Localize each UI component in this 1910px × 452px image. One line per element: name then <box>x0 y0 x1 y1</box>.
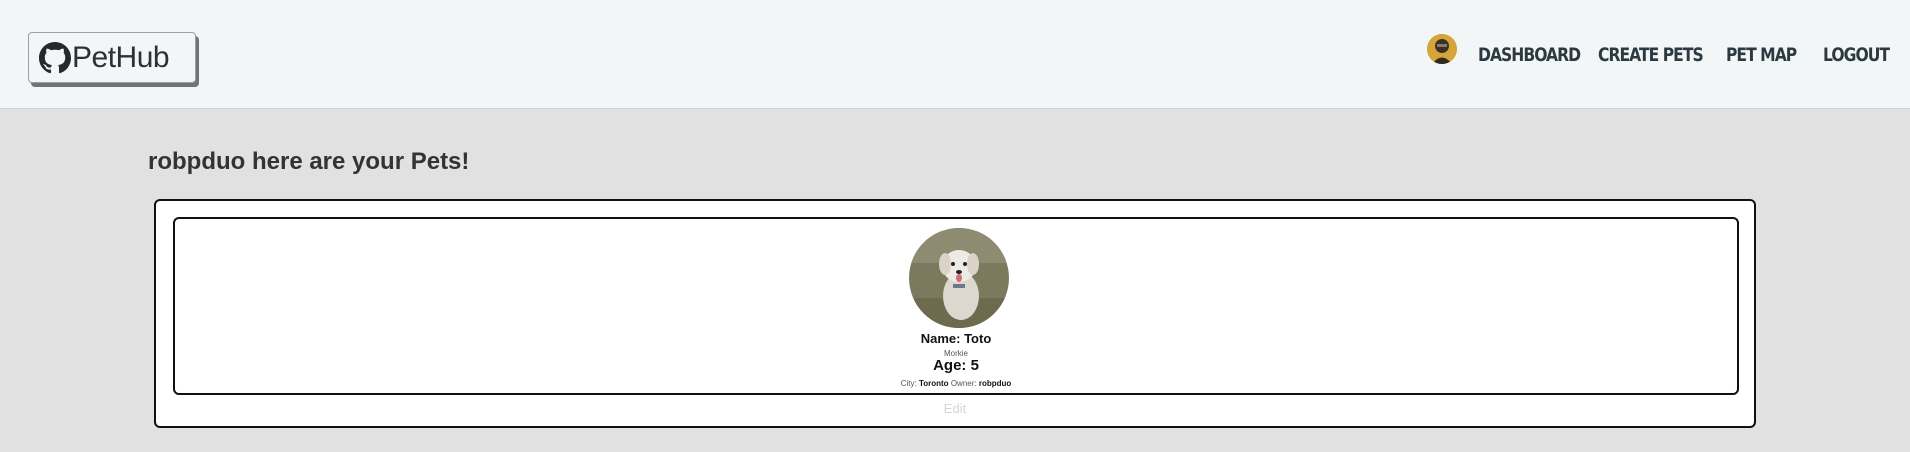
avatar-image <box>1427 34 1457 64</box>
github-icon <box>39 41 71 73</box>
user-avatar[interactable] <box>1427 34 1457 64</box>
nav-pet-map[interactable]: PET MAP <box>1726 44 1797 66</box>
nav-dashboard[interactable]: DASHBOARD <box>1478 44 1581 66</box>
pet-age: Age: 5 <box>933 357 979 374</box>
owner-value: robpduo <box>978 379 1012 388</box>
edit-button[interactable]: Edit <box>156 401 1754 416</box>
pet-card-inner: Name: Toto Morkie Age: 5 City: Toronto O… <box>173 217 1739 395</box>
pet-name: Name: Toto <box>920 331 992 346</box>
pet-photo <box>909 228 1009 328</box>
dog-image <box>909 228 1009 328</box>
page-title: robpduo here are your Pets! <box>148 148 470 175</box>
city-label: City: <box>900 379 917 388</box>
pet-card: Name: Toto Morkie Age: 5 City: Toronto O… <box>154 199 1756 428</box>
nav-create-pets[interactable]: CREATE PETS <box>1598 44 1704 66</box>
brand-name: PetHub <box>72 40 170 74</box>
owner-label: Owner: <box>950 379 977 388</box>
navbar: PetHub DASHBOARD CREATE PETS PET MAP LOG… <box>0 0 1910 109</box>
city-value: Toronto <box>918 379 949 388</box>
pethub-logo[interactable]: PetHub <box>28 32 196 83</box>
pet-meta: City: Toronto Owner: robpduo <box>175 379 1737 388</box>
nav-logout[interactable]: LOGOUT <box>1823 44 1890 66</box>
